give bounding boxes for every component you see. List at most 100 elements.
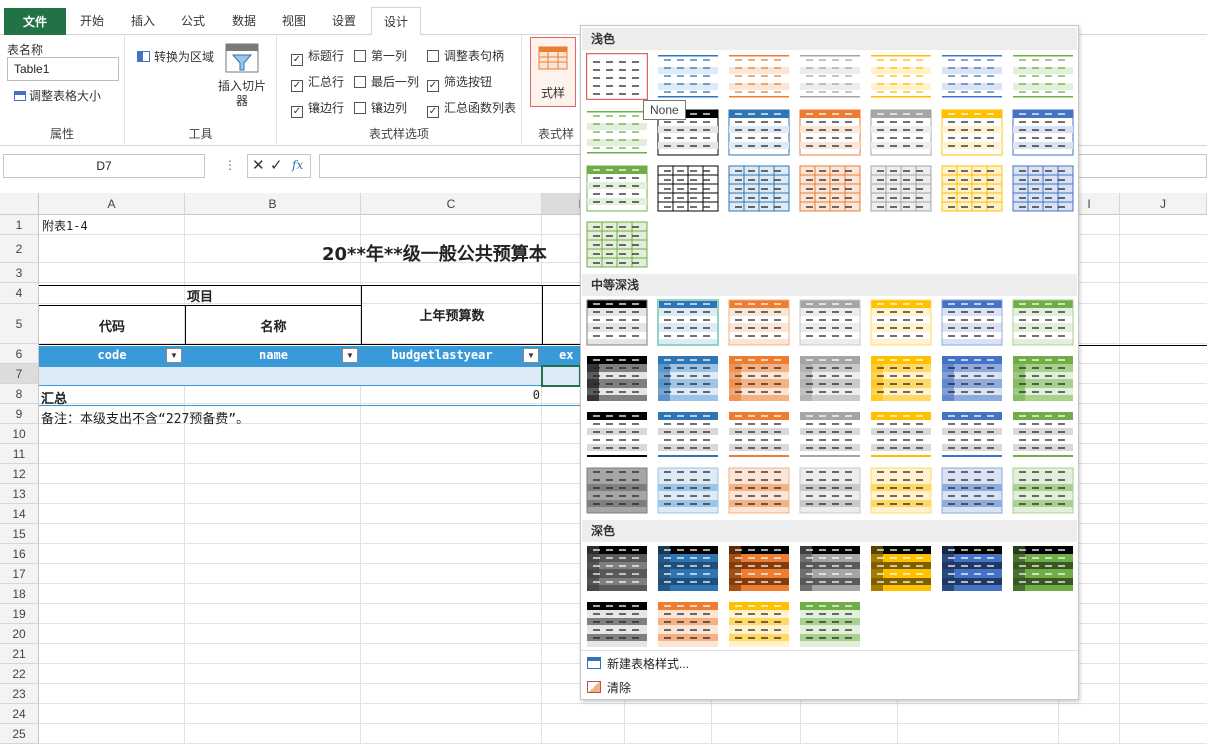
row-header-3[interactable]: 3 xyxy=(0,263,39,283)
table-col-budget[interactable]: budgetlastyear xyxy=(362,348,522,362)
tab-file[interactable]: 文件 xyxy=(4,8,66,35)
filter-dropdown-icon[interactable]: ▼ xyxy=(342,348,358,363)
row-header-4[interactable]: 4 xyxy=(0,283,39,304)
style-medium-swatch[interactable] xyxy=(1012,467,1074,514)
name-box[interactable]: D7 xyxy=(3,154,205,178)
style-dark-swatch[interactable] xyxy=(657,601,719,648)
style-dark-swatch[interactable] xyxy=(586,601,648,648)
lastyear-header[interactable]: 上年预算数 xyxy=(362,305,542,324)
table-col-code[interactable]: code xyxy=(39,348,185,362)
row-header-7[interactable]: 7 xyxy=(0,364,39,384)
row-header-2[interactable]: 2 xyxy=(0,235,39,263)
filter-button-checkbox[interactable]: ✓ 筛选按钮 xyxy=(427,75,492,92)
style-dark-swatch[interactable] xyxy=(657,545,719,592)
style-dark-swatch[interactable] xyxy=(1012,545,1074,592)
tab-settings[interactable]: 设置 xyxy=(322,7,366,35)
header-row-checkbox[interactable]: ✓ 标题行 xyxy=(291,49,344,66)
style-medium-swatch[interactable] xyxy=(728,299,790,346)
row-header-12[interactable]: 12 xyxy=(0,464,39,484)
insert-slicer-button[interactable]: 插入切片 器 xyxy=(215,41,269,111)
row-header-10[interactable]: 10 xyxy=(0,424,39,444)
style-medium-swatch[interactable] xyxy=(586,355,648,402)
style-medium-swatch[interactable] xyxy=(657,355,719,402)
style-dark-swatch[interactable] xyxy=(728,601,790,648)
total-row-checkbox[interactable]: ✓ 汇总行 xyxy=(291,75,344,92)
style-light-swatch[interactable] xyxy=(728,109,790,156)
more-icon[interactable]: ⋮ xyxy=(224,158,236,172)
code-header[interactable]: 代码 xyxy=(39,316,185,335)
style-medium-swatch[interactable] xyxy=(728,411,790,458)
style-medium-swatch[interactable] xyxy=(799,355,861,402)
row-header-9[interactable]: 9 xyxy=(0,404,39,424)
resize-handle-checkbox[interactable]: 调整表句柄 xyxy=(427,49,504,63)
style-medium-swatch[interactable] xyxy=(728,467,790,514)
total-value[interactable]: 0 xyxy=(500,388,540,402)
function-icon[interactable]: fx xyxy=(292,158,303,172)
row-header-16[interactable]: 16 xyxy=(0,544,39,564)
style-medium-swatch[interactable] xyxy=(586,467,648,514)
row-header-22[interactable]: 22 xyxy=(0,664,39,684)
style-medium-swatch[interactable] xyxy=(799,411,861,458)
style-medium-swatch[interactable] xyxy=(870,299,932,346)
style-dark-swatch[interactable] xyxy=(870,545,932,592)
note-cell[interactable]: 备注：本级支出不含“227预备费”。 xyxy=(41,408,249,427)
row-header-18[interactable]: 18 xyxy=(0,584,39,604)
style-dark-swatch[interactable] xyxy=(728,545,790,592)
column-header-b[interactable]: B xyxy=(185,193,361,215)
style-light-swatch[interactable] xyxy=(941,109,1003,156)
table-name-input[interactable]: Table1 xyxy=(7,57,119,81)
style-light-swatch[interactable] xyxy=(870,109,932,156)
name-header[interactable]: 名称 xyxy=(186,316,361,335)
style-light-swatch[interactable] xyxy=(728,53,790,100)
filter-dropdown-icon[interactable]: ▼ xyxy=(166,348,182,363)
style-medium-swatch[interactable] xyxy=(799,467,861,514)
tab-data[interactable]: 数据 xyxy=(222,7,266,35)
style-medium-swatch[interactable] xyxy=(941,355,1003,402)
style-light-swatch[interactable] xyxy=(586,165,648,212)
style-medium-swatch[interactable] xyxy=(870,355,932,402)
new-style-item[interactable]: 新建表格样式... xyxy=(587,653,1067,675)
style-medium-swatch[interactable] xyxy=(870,411,932,458)
item-header[interactable]: 项目 xyxy=(39,286,361,305)
cancel-icon[interactable]: ✕ xyxy=(252,156,265,174)
row-header-24[interactable]: 24 xyxy=(0,704,39,724)
clear-item[interactable]: 清除 xyxy=(587,677,1067,699)
style-light-swatch[interactable] xyxy=(1012,165,1074,212)
row-header-11[interactable]: 11 xyxy=(0,444,39,464)
style-light-swatch[interactable] xyxy=(586,109,648,156)
row-header-14[interactable]: 14 xyxy=(0,504,39,524)
style-light-swatch[interactable] xyxy=(799,53,861,100)
table-col-name[interactable]: name xyxy=(186,348,361,362)
tab-home[interactable]: 开始 xyxy=(70,7,114,35)
total-fn-checkbox[interactable]: ✓ 汇总函数列表 xyxy=(427,101,516,118)
style-light-swatch[interactable] xyxy=(586,221,648,268)
style-light-swatch[interactable] xyxy=(941,165,1003,212)
style-medium-swatch[interactable] xyxy=(941,467,1003,514)
style-light-swatch[interactable] xyxy=(799,109,861,156)
style-light-swatch[interactable] xyxy=(1012,109,1074,156)
row-header-20[interactable]: 20 xyxy=(0,624,39,644)
first-col-checkbox[interactable]: 第一列 xyxy=(354,49,407,63)
style-light-swatch[interactable] xyxy=(941,53,1003,100)
style-medium-swatch[interactable] xyxy=(728,355,790,402)
style-medium-swatch[interactable] xyxy=(657,299,719,346)
row-header-8[interactable]: 8 xyxy=(0,384,39,404)
row-header-19[interactable]: 19 xyxy=(0,604,39,624)
style-light-swatch[interactable] xyxy=(657,165,719,212)
row-header-13[interactable]: 13 xyxy=(0,484,39,504)
resize-table-button[interactable]: 调整表格大小 xyxy=(14,87,101,104)
row-header-17[interactable]: 17 xyxy=(0,564,39,584)
tab-insert[interactable]: 插入 xyxy=(121,7,165,35)
style-medium-swatch[interactable] xyxy=(657,467,719,514)
style-light-swatch[interactable] xyxy=(1012,53,1074,100)
row-header-6[interactable]: 6 xyxy=(0,344,39,364)
column-header-a[interactable]: A xyxy=(39,193,185,215)
style-dark-swatch[interactable] xyxy=(799,601,861,648)
row-header-1[interactable]: 1 xyxy=(0,215,39,235)
row-header-23[interactable]: 23 xyxy=(0,684,39,704)
active-cell-d7[interactable] xyxy=(541,365,581,387)
row-header-25[interactable]: 25 xyxy=(0,724,39,744)
row-header-21[interactable]: 21 xyxy=(0,644,39,664)
column-header-c[interactable]: C xyxy=(361,193,542,215)
row-header-5[interactable]: 5 xyxy=(0,304,39,344)
